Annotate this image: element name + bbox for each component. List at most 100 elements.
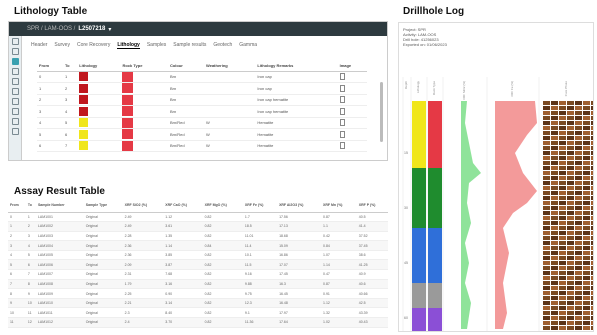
rock-type-interval [428,101,442,168]
assay-cell: 10.1 [242,250,278,261]
image-doc-icon[interactable] [339,130,345,138]
tab-sample-results[interactable]: Sample results [173,42,206,49]
assay-row[interactable]: 1 2 LAM1002 Original 2.49 3.61 0.82 18.5 17.13 1.… [8,221,388,232]
assay-column-header[interactable]: XRF Fe (%) [242,198,278,213]
assay-column-header[interactable]: XRF Al2O3 (%) [277,198,322,213]
assay-cell: 38.6 [356,250,388,261]
table-icon[interactable] [11,68,19,75]
assay-row[interactable]: 2 3 LAM1003 Original 2.28 1.35 0.82 11.01 18.68 0… [8,231,388,242]
assay-column-header[interactable]: Sample Number [35,198,84,213]
tab-gamma[interactable]: Gamma [239,42,257,49]
assay-cell: 17.07 [277,259,322,271]
assay-column-header[interactable]: XRF CaO (%) [163,198,203,213]
image-doc-icon[interactable] [339,84,345,92]
assay-cell: 0.82 [202,317,243,328]
assay-row[interactable]: 8 9 LAM1009 Original 2.25 0.90 0.82 9.75 16.45 0.… [8,288,388,299]
column-header[interactable]: Colour [167,60,205,72]
export-icon[interactable] [11,118,19,125]
weathering-value: W [206,120,210,126]
table-row[interactable]: 3 4 Brn Iron cap hematite [37,105,367,118]
column-header[interactable]: Image [337,60,367,72]
column-header[interactable]: Lithology Remarks [255,60,338,72]
table-row[interactable]: 0 1 Brn Iron cap [37,71,367,83]
table-row[interactable]: 6 7 Brn/Red W Hematite [37,140,367,152]
assay-row[interactable]: 5 6 LAM1006 Original 2.09 3.87 0.82 11.5 17.07 1.… [8,259,388,271]
assay-row[interactable]: 10 11 LAM1011 Original 2.3 8.40 0.82 9.1 17.97 1.… [8,307,388,319]
column-header[interactable]: To [62,60,78,72]
image-doc-icon[interactable] [339,119,345,127]
assay-cell: 2.25 [122,288,164,299]
image-doc-icon[interactable] [339,96,345,104]
document-icon[interactable] [11,128,19,135]
assay-row[interactable]: 0 1 LAM1001 Original 2.49 1.12 0.82 1.7 17.56 0.8… [8,212,388,223]
column-header[interactable]: Lithology [77,60,121,72]
column-header[interactable]: Rock Type [120,60,168,72]
assay-cell: LAM1012 [35,317,84,328]
from-value: 3 [39,108,42,114]
column-header: XRF SiO2 (%) [462,81,466,100]
table-cell: 3 [37,105,63,118]
assay-cell: 2.3 [122,307,164,319]
image-doc-icon[interactable] [339,142,345,150]
hole-selector[interactable]: L2507218 [78,26,105,32]
column-header[interactable]: Weathering [204,60,256,72]
table-cell: Brn/Red [167,117,205,129]
send-icon[interactable] [11,88,19,95]
lithology-swatch [79,118,89,128]
assay-column-header[interactable]: Sample Type [83,198,123,213]
column-header[interactable]: From [37,60,63,72]
table-cell: 2 [62,82,78,95]
assay-column-header[interactable]: XRF P (%) [356,198,388,213]
assay-column-header[interactable]: To [25,198,36,213]
user-icon[interactable] [11,98,19,105]
table-cell: Brn/Red [167,128,205,141]
table-row[interactable]: 5 6 Brn/Red W Hematite [37,128,367,141]
image-doc-icon[interactable] [339,107,345,115]
breadcrumb-project[interactable]: SPR / LAM-OOS / [27,26,75,32]
tab-header[interactable]: Header [31,42,47,49]
to-value: 7 [64,143,68,149]
assay-cell: 3 [25,231,36,242]
remarks-value: Iron cap [257,85,272,91]
table-row[interactable]: 1 2 Brn Iron cap [37,82,367,95]
assay-cell: 0.42 [321,231,357,242]
chart-icon[interactable] [11,48,19,55]
table-row[interactable]: 4 5 Brn/Red W Hematite [37,117,367,129]
assay-cell: 2.36 [122,240,164,251]
assay-row[interactable]: 7 8 LAM1008 Original 1.79 3.16 0.82 9.88 16.3 0.8… [8,279,388,290]
table-cell: Iron cap hematite [255,94,338,106]
assay-row[interactable]: 6 7 LAM1007 Original 2.31 7.68 0.82 9.16 17.45 0.… [8,269,388,280]
vertical-scrollbar[interactable] [380,82,383,142]
assay-column-header[interactable]: From [8,198,26,213]
table-cell [120,128,168,141]
tab-samples[interactable]: Samples [147,42,166,49]
lithology-table: From To Lithology Rock Type Colour Weathering… [37,60,367,152]
assay-cell: 4 [25,240,36,251]
assay-row[interactable]: 3 4 LAM1004 Original 2.36 1.14 0.84 11.4 15.09 0.… [8,240,388,251]
home-icon[interactable] [11,38,19,45]
layers-icon[interactable] [11,108,19,115]
table-row[interactable]: 2 3 Brn Iron cap hematite [37,94,367,106]
assay-cell: 7 [25,269,36,280]
depth-tick: 15 [404,151,408,155]
assay-cell: 0.82 [202,307,243,319]
assay-cell: Original [83,212,123,223]
assay-row[interactable]: 4 5 LAM1005 Original 2.36 3.85 0.82 10.1 16.86 1.… [8,250,388,261]
assay-column-header[interactable]: XRF MgO (%) [202,198,243,213]
assay-table-title: Assay Result Table [14,186,105,197]
chevron-down-icon[interactable]: ▾ [108,26,111,33]
assay-row[interactable]: 11 12 LAM1012 Original 2.4 3.70 0.82 11.36 17.64… [8,317,388,328]
map-pin-icon[interactable] [11,78,19,85]
drillhole-icon[interactable] [11,58,19,65]
assay-cell: LAM1007 [35,269,84,280]
tab-core-recovery[interactable]: Core Recovery [77,42,110,49]
tab-survey[interactable]: Survey [54,42,70,49]
assay-row[interactable]: 9 10 LAM1010 Original 2.21 3.14 0.82 12.3 16.48 1… [8,298,388,309]
assay-cell: 41.25 [356,259,388,271]
assay-column-header[interactable]: XRF Mn (%) [321,198,357,213]
assay-column-header[interactable]: XRF SiO2 (%) [122,198,164,213]
image-doc-icon[interactable] [339,73,345,81]
tab-lithology[interactable]: Lithology [117,42,140,49]
assay-cell: 1.12 [321,298,357,309]
tab-geotech[interactable]: Geotech [213,42,232,49]
